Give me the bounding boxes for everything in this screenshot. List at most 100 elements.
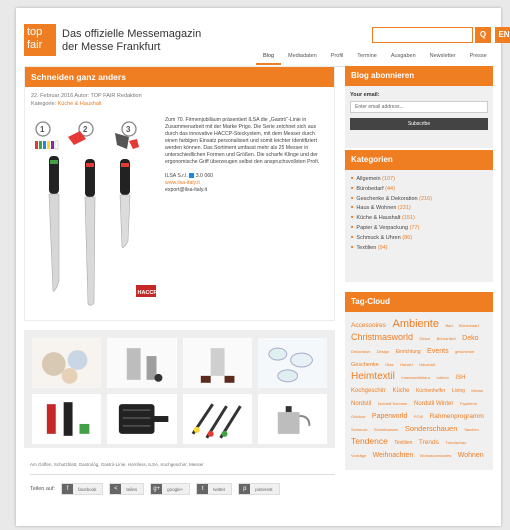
language-button[interactable]: EN (495, 27, 510, 43)
main-nav: Blog Mediadaten Profil Termine Ausgaben … (256, 53, 494, 65)
share-teilen-button[interactable]: < teilen (109, 483, 145, 495)
tag-link[interactable]: Dekor (419, 336, 430, 341)
share-bar: Teilen auf: f facebook < teilen g+ google+ … (30, 474, 335, 495)
tag-link[interactable]: Haushalt (419, 362, 435, 367)
tag-link[interactable]: Deko (462, 335, 478, 342)
tag-link[interactable]: Schmuck (351, 427, 367, 432)
nav-item-termine[interactable]: Termine (350, 53, 384, 65)
gallery-thumb-espresso[interactable] (182, 338, 252, 388)
tag-link[interactable]: Sonderschauen (405, 424, 458, 433)
tag-link[interactable]: Dekoration (351, 349, 370, 354)
category-item-kueche[interactable]: Küche & Haushalt (151) (351, 213, 487, 223)
category-item-buerobedarf[interactable]: Bürobedarf (44) (351, 184, 487, 194)
search-button[interactable]: Q (475, 27, 491, 43)
tag-link[interactable]: Nordstil Sommer (378, 401, 408, 406)
gallery-thumb-cutlery[interactable] (32, 338, 102, 388)
tag-cloud-title: Tag-Cloud (345, 292, 493, 312)
article-tags[interactable]: Am Griffen, Schutzblatt, Gastrològ, Gast… (30, 462, 204, 467)
tag-link[interactable]: Bürobedarf (459, 323, 479, 328)
share-google-button[interactable]: g+ google+ (150, 483, 191, 495)
tag-link[interactable]: PCW (414, 414, 423, 419)
category-count: (94) (377, 244, 388, 251)
article-title[interactable]: Schneiden ganz anders (25, 67, 334, 87)
tag-link[interactable]: Trendschau (445, 440, 466, 445)
gallery-thumb-grillpan[interactable] (107, 394, 177, 444)
tag-link[interactable]: Living (452, 388, 465, 394)
tag-link[interactable]: Events (427, 348, 448, 355)
tag-link[interactable]: Büroartikel (437, 336, 456, 341)
category-count: (216) (419, 195, 432, 202)
tag-link[interactable]: Interior (437, 375, 449, 380)
nav-item-newsletter[interactable]: Newsletter (423, 53, 463, 65)
gallery-thumb-shaker[interactable] (107, 338, 177, 388)
tag-link[interactable]: Nordstil Winter (414, 401, 453, 407)
company-email[interactable]: export@ilsa-italy.it (165, 187, 325, 194)
gallery-thumb-peppermill[interactable] (32, 394, 102, 444)
tag-link[interactable]: Glas (385, 362, 393, 367)
tag-link[interactable]: Kochgeschirr (351, 388, 386, 394)
category-item-haus[interactable]: Haus & Wohnen (231) (351, 203, 487, 213)
tag-link[interactable]: Design (377, 349, 389, 354)
nav-item-mediadaten[interactable]: Mediadaten (281, 53, 324, 65)
tag-link[interactable]: Einrichtung (396, 349, 421, 355)
tag-link[interactable]: Nordstil (351, 401, 371, 407)
tag-link[interactable]: Innenarchitektur (401, 375, 430, 380)
category-item-allgemein[interactable]: Allgemein (107) (351, 174, 487, 184)
gallery-thumb-glassware[interactable] (257, 338, 327, 388)
nav-item-blog[interactable]: Blog (256, 53, 282, 65)
share-label: Teilen auf: (30, 486, 56, 492)
company-website[interactable]: www.ilsa-italy.it (165, 180, 325, 187)
tag-link[interactable]: geschenke (455, 349, 474, 354)
tag-link[interactable]: Wohnaccessoires (420, 453, 452, 458)
tag-link[interactable]: Textilien (394, 440, 412, 446)
knife-1 (48, 156, 60, 292)
tag-link[interactable]: Papeterie (460, 401, 477, 406)
category-prefix: Kategorie: (31, 100, 58, 107)
tag-link[interactable]: Paperworld (372, 413, 407, 420)
tag-link[interactable]: Bad (445, 323, 452, 328)
share-facebook-button[interactable]: f facebook (61, 483, 104, 495)
tag-link[interactable]: Heimtextil (351, 371, 395, 382)
topfair-logo[interactable]: top fair (24, 24, 56, 56)
tag-link[interactable]: Messe (471, 388, 483, 393)
tag-link[interactable]: Christmasworld (351, 332, 413, 342)
category-label: Textilien (356, 244, 377, 251)
email-field[interactable]: Enter email address... (350, 101, 488, 113)
nav-item-profil[interactable]: Profil (324, 53, 351, 65)
tag-link[interactable]: Outdoor (351, 414, 365, 419)
category-item-papier[interactable]: Papier & Verpackung (77) (351, 223, 487, 233)
tag-link[interactable]: Accessoires (351, 322, 386, 329)
tag-link[interactable]: Küche (392, 388, 409, 394)
twitter-icon: t (197, 484, 209, 494)
category-label: Bürobedarf (356, 185, 384, 192)
search-input[interactable] (372, 27, 473, 43)
share-teilen-label: teilen (126, 486, 138, 492)
category-item-textilien[interactable]: Textilien (94) (351, 243, 487, 253)
gallery-thumb-knives[interactable] (182, 394, 252, 444)
tag-link[interactable]: Ambiente (393, 318, 439, 330)
tag-link[interactable]: Schreibwaren (374, 427, 398, 432)
tag-link[interactable]: Taschen (464, 427, 479, 432)
subscribe-button[interactable]: Subscribe (350, 118, 488, 130)
share-twitter-button[interactable]: t twitter (196, 483, 233, 495)
category-item-geschenke[interactable]: Geschenke & Dekoration (216) (351, 194, 487, 204)
tag-link[interactable]: Handel (400, 362, 413, 367)
tag-link[interactable]: Vorträge (351, 453, 366, 458)
category-list: Allgemein (107) Bürobedarf (44) Geschenk… (345, 170, 493, 256)
nav-item-ausgaben[interactable]: Ausgaben (384, 53, 423, 65)
tag-link[interactable]: Geschenke (351, 362, 379, 368)
nav-item-presse[interactable]: Presse (463, 53, 494, 65)
gallery-thumb-kettle[interactable] (257, 394, 327, 444)
facebook-icon: f (62, 484, 74, 494)
tag-link[interactable]: ISH (455, 375, 465, 381)
tag-link[interactable]: Tendence (351, 436, 388, 446)
share-facebook-label: facebook (78, 486, 97, 492)
tag-link[interactable]: Küchenhelfer (416, 388, 445, 394)
tag-link[interactable]: Wohnen (458, 452, 484, 459)
category-link[interactable]: Küche & Haushalt (58, 101, 102, 107)
tag-link[interactable]: Rahmenprogramm (430, 413, 484, 420)
tag-link[interactable]: Trends (419, 439, 439, 446)
tag-link[interactable]: Weihnachten (373, 452, 414, 459)
share-pinterest-button[interactable]: p pinterest (238, 483, 280, 495)
category-item-schmuck[interactable]: Schmuck & Uhren (86) (351, 233, 487, 243)
